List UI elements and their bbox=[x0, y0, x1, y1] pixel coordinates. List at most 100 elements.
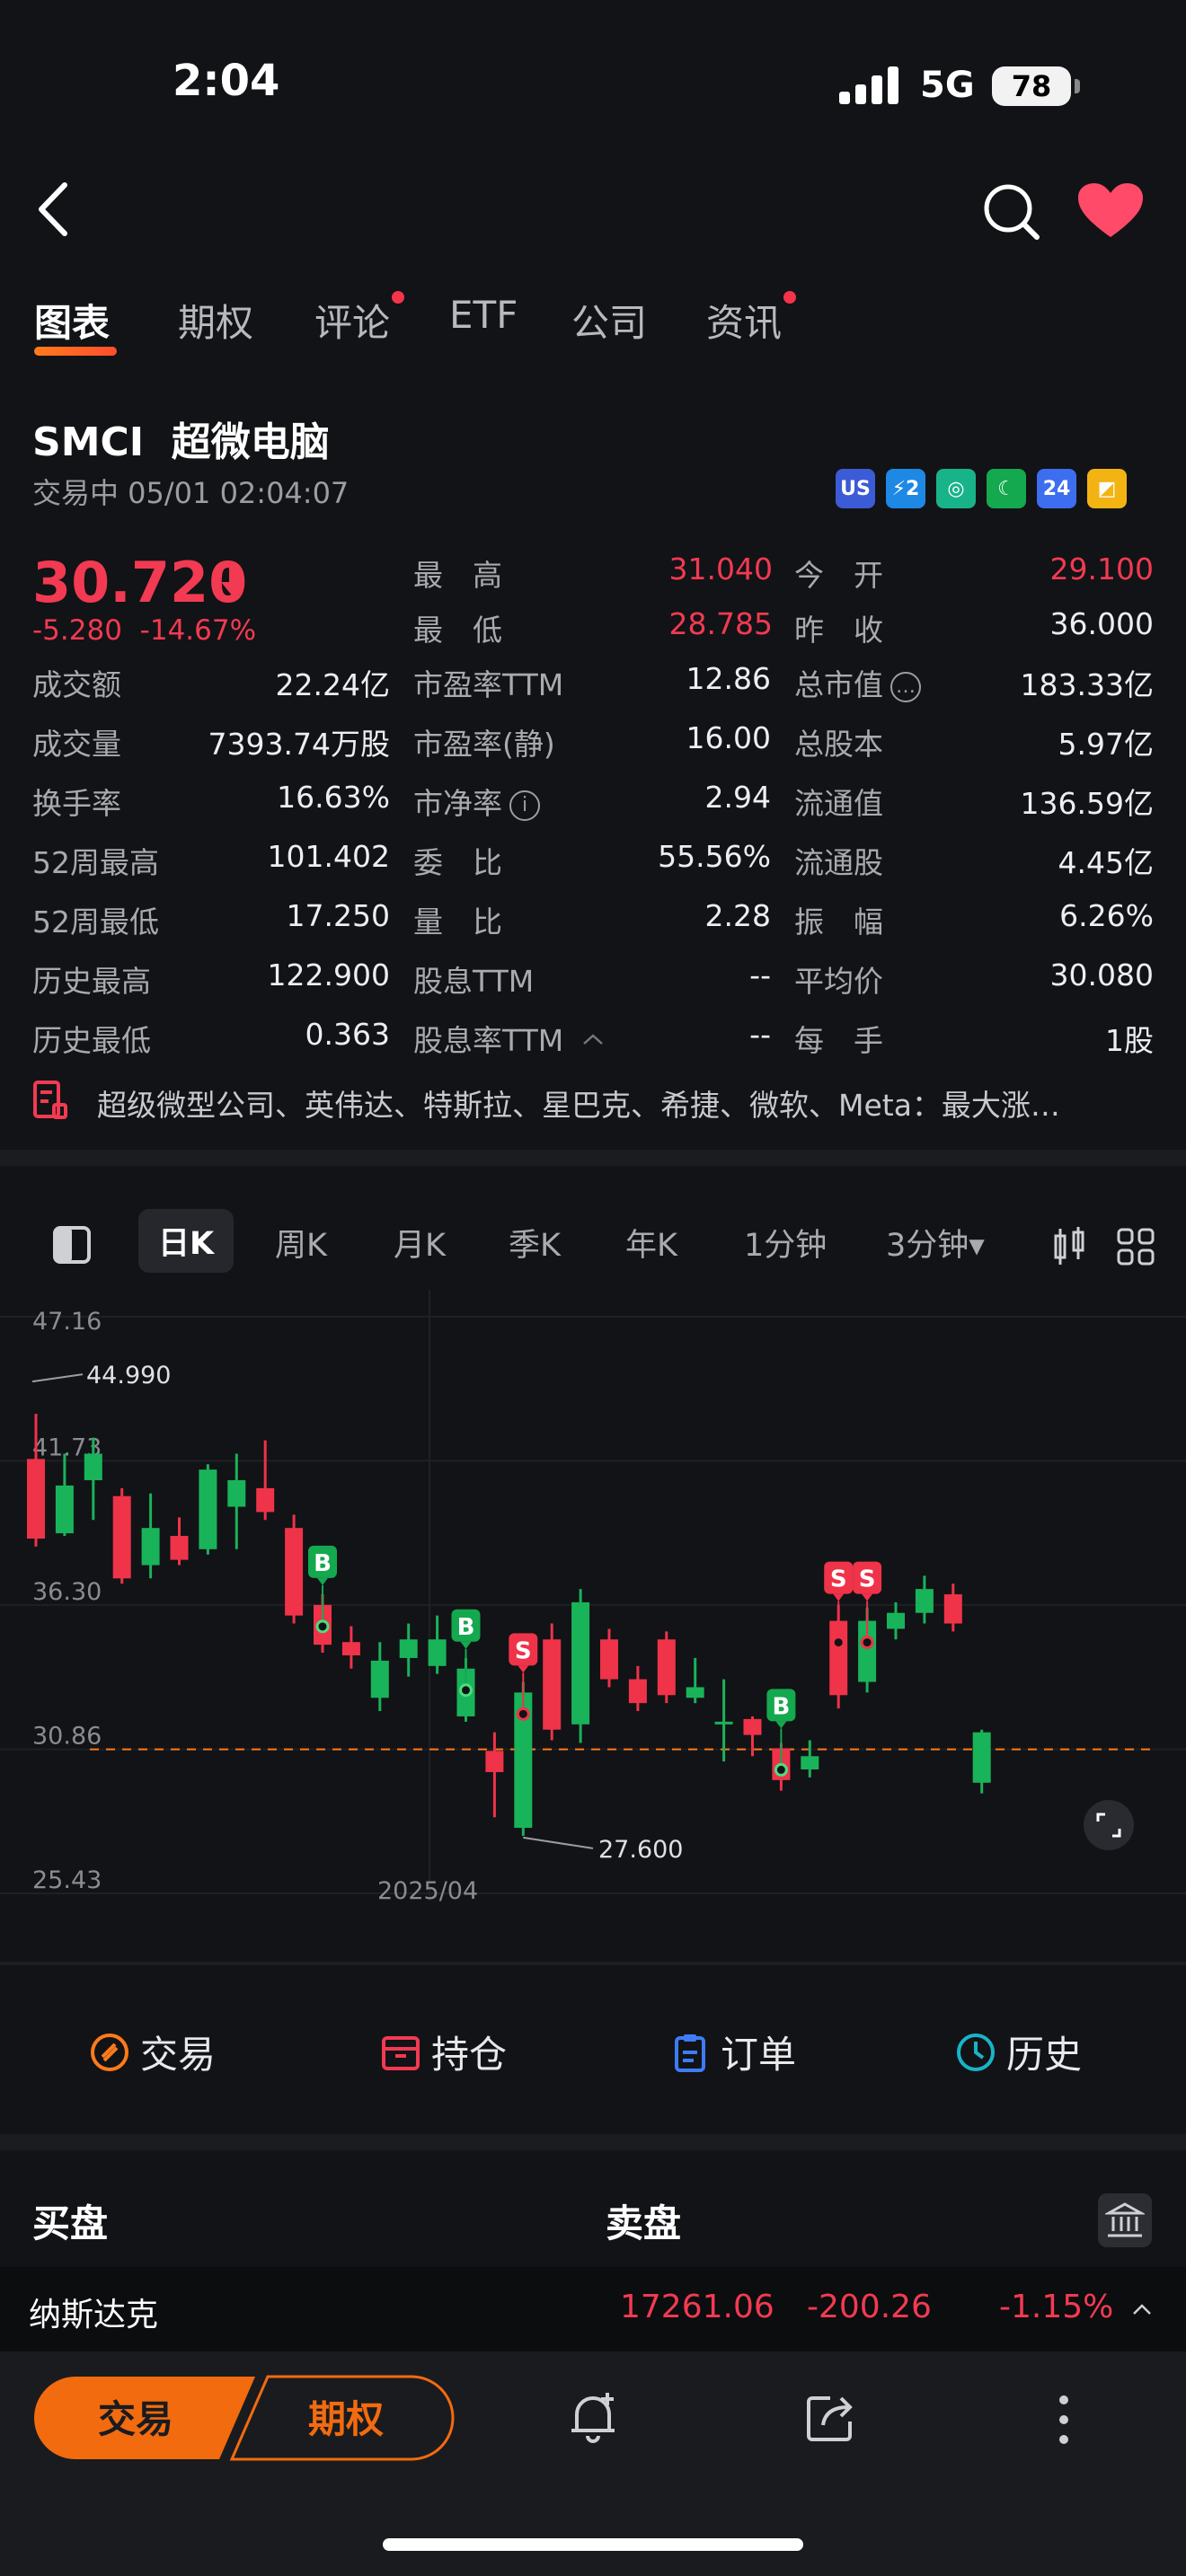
market-badge-icon[interactable]: US bbox=[836, 469, 875, 508]
back-arrow-icon[interactable] bbox=[31, 178, 84, 241]
battery-icon: 78 bbox=[992, 66, 1080, 106]
market-badge-icon[interactable]: ⚡2 bbox=[886, 469, 925, 508]
chart-toolbar: 日K 周K 月K 季K 年K 1分钟 3分钟▾ bbox=[0, 1207, 1186, 1283]
orders-action[interactable]: 订单 bbox=[670, 2025, 796, 2079]
chart-period-tab[interactable]: 周K bbox=[275, 1220, 327, 1266]
candle-body bbox=[628, 1679, 647, 1704]
expand-chart-button[interactable] bbox=[1084, 1800, 1134, 1850]
alert-bell-icon[interactable] bbox=[566, 2389, 620, 2447]
stat-label-text: 市盈率TTM bbox=[413, 667, 564, 702]
index-value: 17261.06 bbox=[620, 2289, 774, 2325]
share-icon[interactable] bbox=[803, 2391, 857, 2445]
stat-value: 136.59亿 bbox=[1020, 786, 1154, 821]
stat-label-text: 振 幅 bbox=[794, 904, 883, 940]
candle-body bbox=[972, 1732, 991, 1783]
marker-pointer bbox=[862, 1593, 873, 1601]
expand-up-icon[interactable] bbox=[1132, 2303, 1152, 2316]
index-name: 纳斯达克 bbox=[29, 2297, 159, 2333]
chart-period-tab[interactable]: 1分钟 bbox=[744, 1220, 827, 1266]
news-ticker[interactable]: 超级微型公司、英伟达、特斯拉、星巴克、希捷、微软、Meta：最大涨… bbox=[32, 1074, 1155, 1130]
market-badge-icon[interactable]: ◩ bbox=[1087, 469, 1127, 508]
history-action-label: 历史 bbox=[1006, 2033, 1083, 2077]
stat-label: 每 手 bbox=[794, 1017, 883, 1060]
chart-period-tab[interactable]: 年K bbox=[625, 1220, 677, 1266]
stat-label: 历史最低 bbox=[32, 1017, 151, 1060]
stat-label-text: 市盈率(静) bbox=[413, 727, 555, 762]
tab-2[interactable]: 评论 bbox=[314, 293, 390, 348]
positions-action[interactable]: 持仓 bbox=[381, 2025, 507, 2079]
stat-label: 历史最高 bbox=[32, 957, 151, 1001]
candle-body bbox=[915, 1589, 934, 1613]
candle-body bbox=[141, 1528, 160, 1566]
stat-label: 总股本 bbox=[794, 720, 883, 763]
stat-label: 市盈率(静) bbox=[413, 720, 555, 763]
chart-period-tab[interactable]: 月K bbox=[394, 1220, 446, 1266]
marker-label: B bbox=[772, 1693, 790, 1720]
index-ticker[interactable]: 纳斯达克 17261.06 -200.26 -1.15% bbox=[0, 2267, 1186, 2351]
stat-value: 16.00 bbox=[686, 720, 771, 755]
tab-5[interactable]: 资讯 bbox=[706, 293, 782, 348]
stat-label-text: 历史最高 bbox=[32, 964, 151, 999]
candle-body bbox=[27, 1459, 45, 1539]
info-icon[interactable]: i bbox=[509, 790, 540, 821]
marker-pointer bbox=[460, 1641, 472, 1649]
candle-body bbox=[227, 1479, 246, 1507]
candle-body bbox=[571, 1601, 590, 1725]
trade-button[interactable]: 交易 bbox=[32, 2389, 239, 2444]
candle-body bbox=[370, 1660, 389, 1698]
chart-period-tab[interactable]: 3分钟▾ bbox=[886, 1220, 985, 1266]
stat-label-text: 成交量 bbox=[32, 727, 121, 762]
search-icon[interactable] bbox=[979, 180, 1044, 244]
y-tick-label: 30.86 bbox=[32, 1723, 102, 1751]
trade-action[interactable]: 交易 bbox=[90, 2025, 216, 2079]
stat-label-text: 总市值 bbox=[794, 667, 883, 702]
tab-0[interactable]: 图表 bbox=[34, 293, 110, 348]
stat-label: 振 幅 bbox=[794, 898, 883, 941]
grid-layout-icon[interactable] bbox=[1116, 1227, 1155, 1266]
candle-body bbox=[686, 1687, 704, 1698]
divider bbox=[0, 1962, 1186, 1965]
stat-label: 52周最低 bbox=[32, 898, 159, 941]
stat-label: 换手率 bbox=[32, 780, 121, 823]
sidebar-toggle-icon[interactable] bbox=[52, 1225, 92, 1265]
stat-value: 12.86 bbox=[686, 661, 771, 696]
marker-pointer bbox=[518, 1665, 529, 1673]
marker-dot bbox=[831, 1636, 845, 1650]
trade-icon bbox=[91, 2033, 128, 2071]
collapse-caret-icon[interactable] bbox=[582, 1033, 604, 1045]
candle-style-icon[interactable] bbox=[1051, 1227, 1087, 1266]
stat-value: -- bbox=[749, 1017, 771, 1052]
options-button[interactable]: 期权 bbox=[243, 2389, 449, 2444]
market-badge-icon[interactable]: ☾ bbox=[987, 469, 1026, 508]
candle-body bbox=[399, 1639, 418, 1658]
heart-icon[interactable] bbox=[1076, 181, 1145, 241]
history-action[interactable]: 历史 bbox=[956, 2025, 1082, 2079]
candle-body bbox=[199, 1469, 217, 1549]
candlestick-chart[interactable]: 47.1641.7336.3030.8625.43 2025/04BBSBS S44… bbox=[0, 1290, 1186, 1919]
stat-value: 55.56% bbox=[658, 839, 771, 874]
tab-3[interactable]: ETF bbox=[449, 293, 518, 337]
y-tick-label: 36.30 bbox=[32, 1578, 102, 1606]
chart-period-tab[interactable]: 季K bbox=[509, 1220, 561, 1266]
stat-label-text: 52周最低 bbox=[32, 904, 159, 940]
tab-4[interactable]: 公司 bbox=[571, 293, 647, 348]
market-badge-icon[interactable]: 24 bbox=[1037, 469, 1076, 508]
info-icon[interactable]: … bbox=[890, 671, 921, 702]
y-tick-label: 47.16 bbox=[32, 1308, 102, 1336]
network-type: 5G bbox=[920, 65, 975, 106]
high-label: 最 高 bbox=[413, 558, 502, 593]
stat-value: 2.28 bbox=[704, 898, 771, 933]
stat-value: 0.363 bbox=[305, 1017, 390, 1052]
market-badge-icon[interactable]: ◎ bbox=[936, 469, 976, 508]
chart-period-tab[interactable]: 日K bbox=[138, 1209, 235, 1273]
news-icon bbox=[33, 1081, 67, 1119]
tab-1[interactable]: 期权 bbox=[178, 293, 253, 348]
stat-value: 101.402 bbox=[267, 839, 390, 874]
stat-label-text: 换手率 bbox=[32, 786, 121, 821]
exchange-button[interactable] bbox=[1098, 2193, 1152, 2247]
candle-body bbox=[714, 1721, 733, 1725]
stat-value: 17.250 bbox=[286, 898, 390, 933]
more-icon[interactable] bbox=[1057, 2393, 1071, 2447]
prev-close-value: 36.000 bbox=[1049, 606, 1154, 641]
expand-icon bbox=[1096, 1813, 1121, 1838]
